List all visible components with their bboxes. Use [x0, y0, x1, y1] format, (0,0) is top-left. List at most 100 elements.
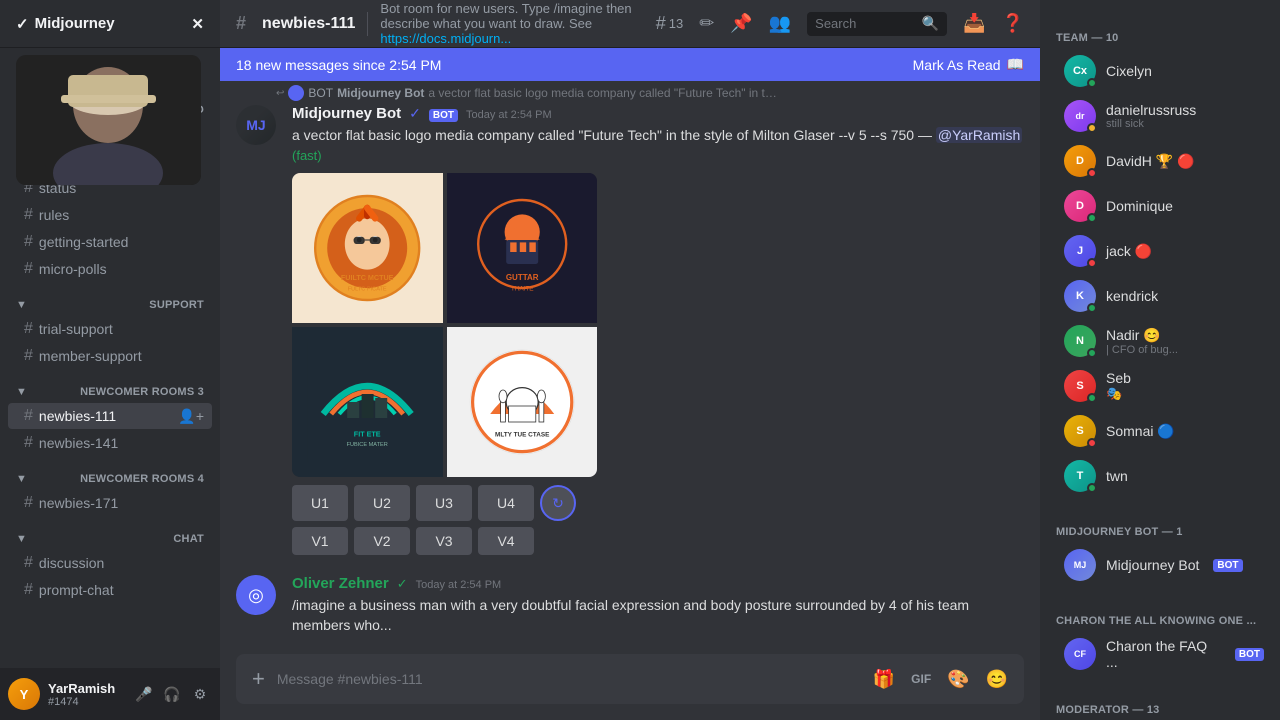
member-davidh[interactable]: D DavidH 🏆 🔴 [1048, 139, 1272, 183]
hash-icon: # [24, 233, 33, 251]
image-cell-4[interactable]: MLTY TUE CTASE [447, 327, 598, 477]
channel-discussion[interactable]: # discussion [8, 550, 212, 576]
members-icon[interactable]: 👥 [769, 13, 791, 34]
fast-tag: (fast) [292, 148, 322, 163]
add-file-button[interactable]: + [252, 654, 265, 704]
channel-micro-polls[interactable]: # micro-polls [8, 256, 212, 282]
team-section-header: TEAM — 10 [1040, 16, 1280, 48]
edit-icon[interactable]: ✏ [699, 13, 714, 34]
member-nadir-col: Nadir 😊 | CFO of bug... [1106, 327, 1178, 356]
newcomer4-section-header[interactable]: ▼ NEWCOMER ROOMS 4 [0, 457, 220, 489]
status-idle-dot [1087, 123, 1097, 133]
hash-icon: # [24, 206, 33, 224]
member-name-col: danielrussruss still sick [1106, 102, 1196, 130]
settings-button[interactable]: ⚙ [188, 682, 212, 706]
gif-icon[interactable]: GIF [911, 672, 931, 686]
mj-logo-icon: MJ [246, 117, 265, 133]
member-dominique[interactable]: D Dominique [1048, 184, 1272, 228]
member-somnai[interactable]: S Somnai 🔵 [1048, 409, 1272, 453]
messages-area[interactable]: ↩ BOT Midjourney Bot a vector flat basic… [220, 81, 1040, 654]
midjourney-bot-section-header: MIDJOURNEY BOT — 1 [1040, 510, 1280, 542]
status-online-dot [1087, 78, 1097, 88]
channel-prompt-chat[interactable]: # prompt-chat [8, 577, 212, 603]
server-header[interactable]: ✓ Midjourney ✕ [0, 0, 220, 48]
charon-section-header: CHARON THE ALL KNOWING ONE ... [1040, 599, 1280, 631]
bot-badge-member: BOT [1213, 559, 1242, 572]
status-dot [1087, 303, 1097, 313]
u2-button[interactable]: U2 [354, 485, 410, 521]
bot-avatar: MJ [236, 105, 276, 145]
member-nadir[interactable]: N Nadir 😊 | CFO of bug... [1048, 319, 1272, 363]
channel-member-support[interactable]: # member-support [8, 343, 212, 369]
headphone-button[interactable]: 🎧 [160, 682, 184, 706]
action-buttons: U1 U2 U3 U4 ↻ V1 V2 V3 V4 [292, 485, 1024, 555]
v3-button[interactable]: V3 [416, 527, 472, 555]
message-input[interactable] [277, 659, 861, 699]
member-midjourney-bot[interactable]: MJ Midjourney Bot BOT [1048, 543, 1272, 587]
member-charon[interactable]: CF Charon the FAQ ... BOT [1048, 632, 1272, 676]
user-tag-display: #1474 [48, 696, 124, 708]
member-twn[interactable]: T twn [1048, 454, 1272, 498]
member-name: kendrick [1106, 288, 1158, 304]
spinner-button[interactable]: ↻ [540, 485, 576, 521]
channel-trial-support[interactable]: # trial-support [8, 316, 212, 342]
member-jack[interactable]: J jack 🔴 [1048, 229, 1272, 273]
channel-newbies-111[interactable]: # newbies-111 👤+ [8, 403, 212, 429]
logo-4: MLTY TUE CTASE [447, 327, 598, 477]
u4-button[interactable]: U4 [478, 485, 534, 521]
search-input[interactable] [815, 16, 916, 31]
pin-icon[interactable]: 📌 [730, 13, 752, 34]
status-dot [1087, 393, 1097, 403]
member-seb[interactable]: S Seb 🎭 [1048, 364, 1272, 408]
v4-button[interactable]: V4 [478, 527, 534, 555]
server-name: Midjourney [35, 15, 115, 32]
channel-getting-started[interactable]: # getting-started [8, 229, 212, 255]
header-icons: # 13 ✏ 📌 👥 🔍 📥 ❓ [656, 12, 1024, 36]
hash-icon: # [24, 260, 33, 278]
channel-title: newbies-111 [262, 15, 355, 33]
mic-button[interactable]: 🎤 [132, 682, 156, 706]
member-danielrussruss[interactable]: dr danielrussruss still sick [1048, 94, 1272, 138]
v2-button[interactable]: V2 [354, 527, 410, 555]
v1-button[interactable]: V1 [292, 527, 348, 555]
thread-icon[interactable]: # 13 [656, 13, 683, 34]
add-member-icon[interactable]: 👤+ [178, 408, 204, 425]
emoji-icon[interactable]: 😊 [986, 669, 1008, 690]
status-dot [1087, 483, 1097, 493]
sticker-icon[interactable]: 🎨 [947, 669, 969, 690]
channel-newbies-141[interactable]: # newbies-141 [8, 430, 212, 456]
channel-rules[interactable]: # rules [8, 202, 212, 228]
new-messages-banner: 18 new messages since 2:54 PM Mark As Re… [220, 48, 1040, 81]
newcomer3-section-header[interactable]: ▼ NEWCOMER ROOMS 3 [0, 370, 220, 402]
bot-message-content: Midjourney Bot ✓ BOT Today at 2:54 PM a … [292, 105, 1024, 555]
member-name: danielrussruss [1106, 102, 1196, 118]
support-section-header[interactable]: ▼ SUPPORT [0, 283, 220, 315]
channel-newbies-171[interactable]: # newbies-171 [8, 490, 212, 516]
chat-section-header[interactable]: ▼ CHAT [0, 517, 220, 549]
help-icon[interactable]: ❓ [1002, 13, 1024, 34]
hash-icon: # [24, 554, 33, 572]
image-cell-2[interactable]: GUTTAR THAITE [447, 173, 598, 323]
u1-button[interactable]: U1 [292, 485, 348, 521]
bot-username: Midjourney Bot [292, 105, 401, 122]
svg-text:FULTC PICATE: FULTC PICATE [348, 287, 387, 293]
status-dot [1087, 258, 1097, 268]
server-dropdown-icon[interactable]: ✕ [191, 15, 204, 33]
search-box[interactable]: 🔍 [807, 12, 947, 36]
hash-thread-icon: # [656, 13, 666, 34]
svg-text:FUBICE MATER: FUBICE MATER [347, 442, 388, 448]
logo-svg-1: FUILTC MCTUE FULTC PICATE [307, 188, 427, 308]
inbox-icon[interactable]: 📥 [963, 13, 985, 34]
member-kendrick[interactable]: K kendrick [1048, 274, 1272, 318]
channel-header: # newbies-111 Bot room for new users. Ty… [220, 0, 1040, 48]
gift-icon[interactable]: 🎁 [873, 669, 895, 690]
docs-link[interactable]: https://docs.midjourn... [380, 31, 511, 46]
member-cixelyn[interactable]: Cx Cixelyn [1048, 49, 1272, 93]
user-avatar[interactable]: Y [8, 678, 40, 710]
u3-button[interactable]: U3 [416, 485, 472, 521]
mark-as-read-button[interactable]: Mark As Read 📖 [913, 56, 1024, 73]
member-name: Seb [1106, 370, 1131, 386]
image-cell-1[interactable]: FUILTC MCTUE FULTC PICATE [292, 173, 443, 323]
hash-icon: # [24, 407, 33, 425]
image-cell-3[interactable]: FIT ETE FUBICE MATER [292, 327, 443, 477]
